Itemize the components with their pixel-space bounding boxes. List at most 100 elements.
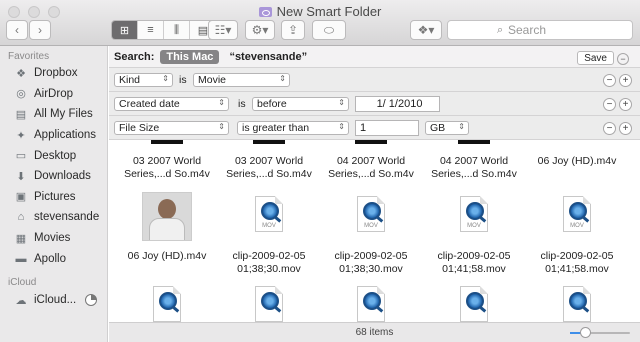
sidebar-item-label: All My Files — [34, 108, 93, 121]
quicktime-movie-icon[interactable]: MOV — [460, 196, 488, 232]
file-thumbnail-edge[interactable] — [151, 140, 183, 144]
remove-criterion-button[interactable]: − — [603, 74, 616, 87]
icon-size-slider[interactable] — [570, 327, 630, 338]
dropbox-toolbar-button[interactable]: ❖▾ — [410, 20, 442, 40]
storage-pie-icon — [85, 294, 97, 307]
applications-icon: ✦ — [16, 129, 26, 142]
criteria-row-size: File Size ⇕ is greater than ⇕ 1 GB ⇕ − + — [109, 116, 640, 140]
file-name[interactable]: clip-2009-02-05 01;38;30.mov — [321, 250, 421, 276]
sidebar-item-label: Desktop — [34, 149, 77, 162]
sidebar-item-desktop[interactable]: ▭ Desktop — [0, 145, 107, 166]
unit-select[interactable]: GB ⇕ — [425, 121, 469, 135]
file-thumbnail-edge[interactable] — [253, 140, 285, 144]
downloads-icon: ⬇ — [16, 170, 26, 183]
quicktime-movie-icon[interactable]: MOV — [563, 196, 591, 232]
scope-this-mac[interactable]: This Mac — [160, 49, 220, 64]
quicktime-movie-icon[interactable]: MOV — [357, 196, 385, 232]
back-button[interactable]: ‹ — [6, 20, 28, 40]
quicktime-icon — [466, 202, 484, 220]
sidebar-item-dropbox[interactable]: ❖ Dropbox — [0, 63, 107, 84]
slider-knob[interactable] — [580, 327, 591, 338]
sidebar-item-movies[interactable]: ▦ Movies — [0, 228, 107, 249]
file-name-line: clip-2009-02-05 — [334, 250, 408, 262]
file-name-line: 01;38;30.mov — [339, 263, 403, 275]
mov-badge: MOV — [262, 223, 276, 229]
add-criterion-button[interactable]: + — [619, 122, 632, 135]
video-thumbnail[interactable] — [143, 193, 191, 240]
add-criterion-button[interactable]: + — [619, 74, 632, 87]
pictures-icon: ▣ — [15, 191, 27, 204]
file-name-line: clip-2009-02-05 — [540, 250, 614, 262]
attribute-select[interactable]: File Size ⇕ — [114, 121, 229, 135]
search-field[interactable]: ⌕ Search — [447, 20, 633, 40]
comparison-select[interactable]: before ⇕ — [252, 97, 349, 111]
file-name[interactable]: 03 2007 World Series,...d So.m4v — [219, 155, 319, 181]
remove-criterion-button[interactable]: − — [603, 98, 616, 111]
sidebar-item-icloud[interactable]: ☁ iCloud... — [0, 290, 107, 311]
file-name[interactable]: clip-2009-02-05 01;38;30.mov — [219, 250, 319, 276]
file-thumbnail-edge[interactable] — [355, 140, 387, 144]
file-name-line: Series,...d So.m4v — [431, 168, 517, 180]
sidebar-item-stevensande[interactable]: ⌂ stevensande — [0, 207, 107, 228]
quicktime-icon — [363, 292, 381, 310]
file-name-line: clip-2009-02-05 — [437, 250, 511, 262]
remove-criterion-button[interactable]: − — [603, 122, 616, 135]
file-name-line: 04 2007 World — [439, 155, 509, 167]
quicktime-movie-icon[interactable] — [460, 286, 488, 322]
sidebar-item-label: Dropbox — [34, 67, 78, 80]
main-content: Search: This Mac “stevensande” Save − Ki… — [109, 46, 640, 326]
chevron-updown-icon: ⇕ — [218, 122, 225, 131]
drive-icon: ▬ — [15, 252, 27, 265]
file-name[interactable]: 04 2007 World Series,...d So.m4v — [321, 155, 421, 181]
date-field[interactable]: 1/ 1/2010 — [355, 96, 440, 112]
file-name[interactable]: 06 Joy (HD).m4v — [117, 250, 217, 263]
columns-icon: ⫼ — [173, 23, 180, 36]
tags-button[interactable]: ⬭ — [312, 20, 346, 40]
arrange-button[interactable]: ☷▾ — [208, 20, 238, 40]
quicktime-icon — [569, 292, 587, 310]
save-button[interactable]: Save — [577, 51, 614, 65]
attribute-select[interactable]: Created date ⇕ — [114, 97, 229, 111]
file-grid: 03 2007 World Series,...d So.m4v 03 2007 W… — [109, 140, 640, 326]
criteria-row-kind: Kind ⇕ is Movie ⇕ − + — [109, 68, 640, 92]
file-name-line: 01;41;58.mov — [442, 263, 506, 275]
share-button[interactable]: ⇪ — [281, 20, 305, 40]
file-name[interactable]: 06 Joy (HD).m4v — [527, 155, 627, 168]
remove-search-button[interactable]: − — [617, 53, 629, 65]
file-name[interactable]: 04 2007 World Series,...d So.m4v — [424, 155, 524, 181]
action-button[interactable]: ⚙▾ — [245, 20, 275, 40]
add-criterion-button[interactable]: + — [619, 98, 632, 111]
sidebar-item-downloads[interactable]: ⬇ Downloads — [0, 166, 107, 187]
file-name[interactable]: clip-2009-02-05 01;41;58.mov — [527, 250, 627, 276]
file-name-line: 06 Joy (HD).m4v — [127, 250, 207, 262]
value-select[interactable]: Movie ⇕ — [193, 73, 290, 87]
file-name[interactable]: clip-2009-02-05 01;41;58.mov — [424, 250, 524, 276]
quicktime-movie-icon[interactable] — [153, 286, 181, 322]
column-view-button[interactable]: ⫼ — [164, 21, 190, 39]
scope-user-folder[interactable]: “stevensande” — [229, 51, 307, 63]
sidebar-item-applications[interactable]: ✦ Applications — [0, 125, 107, 146]
file-thumbnail-edge[interactable] — [458, 140, 490, 144]
list-view-button[interactable]: ≡ — [138, 21, 164, 39]
chevron-updown-icon: ⇕ — [218, 98, 225, 107]
size-field[interactable]: 1 — [355, 120, 419, 136]
person-head — [158, 199, 176, 219]
quicktime-movie-icon[interactable] — [255, 286, 283, 322]
sidebar-item-label: AirDrop — [34, 87, 73, 100]
attribute-select[interactable]: Kind ⇕ — [114, 73, 173, 87]
sidebar-item-airdrop[interactable]: ◎ AirDrop — [0, 84, 107, 105]
favorites-list: ❖ Dropbox ◎ AirDrop ▤ All My Files ✦ Applicatio… — [0, 63, 107, 269]
icon-view-button[interactable]: ⊞ — [112, 21, 138, 39]
quicktime-movie-icon[interactable]: MOV — [255, 196, 283, 232]
forward-button[interactable]: › — [29, 20, 51, 40]
sidebar-item-all-my-files[interactable]: ▤ All My Files — [0, 104, 107, 125]
mov-badge: MOV — [570, 223, 584, 229]
file-name[interactable]: 03 2007 World Series,...d So.m4v — [117, 155, 217, 181]
sidebar-item-pictures[interactable]: ▣ Pictures — [0, 187, 107, 208]
sidebar-item-apollo[interactable]: ▬ Apollo — [0, 248, 107, 269]
quicktime-movie-icon[interactable] — [357, 286, 385, 322]
comparison-select[interactable]: is greater than ⇕ — [237, 121, 349, 135]
file-name-line: 03 2007 World — [132, 155, 202, 167]
sidebar-item-label: Applications — [34, 129, 97, 142]
quicktime-movie-icon[interactable] — [563, 286, 591, 322]
